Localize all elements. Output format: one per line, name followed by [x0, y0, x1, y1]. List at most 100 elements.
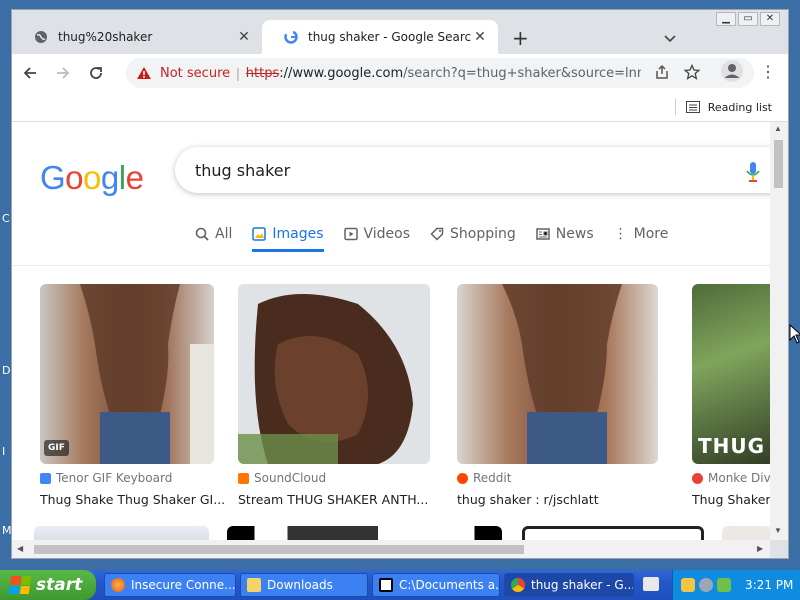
update-icon[interactable] [717, 578, 731, 592]
start-button[interactable]: start [0, 570, 96, 600]
scroll-right-arrow-icon[interactable]: ▶ [757, 544, 763, 553]
result-source[interactable]: Reddit [457, 471, 662, 485]
result-title[interactable]: Stream THUG SHAKER ANTH... [238, 492, 433, 507]
taskbar-item[interactable]: C:\Documents a... [372, 573, 500, 597]
result-thumbnail[interactable] [457, 284, 658, 464]
taskbar-item[interactable]: Insecure Conne... [104, 573, 236, 597]
logo-letter: o [65, 159, 84, 196]
scroll-down-arrow-icon[interactable]: ▼ [774, 526, 782, 535]
address-bar[interactable]: Not secure | https://www.google.com/sear… [126, 58, 754, 88]
logo-letter: g [100, 159, 119, 196]
url-text[interactable]: https://www.google.com/search?q=thug+sha… [246, 66, 641, 81]
profile-avatar-icon[interactable] [721, 60, 743, 82]
image-result[interactable]: Reddit thug shaker : r/jschlatt [457, 284, 662, 507]
result-source[interactable]: Monke Divis [692, 471, 770, 485]
share-icon[interactable] [654, 64, 670, 80]
close-tab-icon[interactable]: ✕ [472, 29, 488, 45]
google-logo[interactable]: Google [40, 159, 144, 197]
result-thumbnail[interactable] [238, 284, 430, 464]
task-label: Insecure Conne... [131, 578, 236, 592]
folder-icon [247, 578, 261, 592]
security-status[interactable]: Not secure [160, 66, 230, 81]
horizontal-scrollbar[interactable]: ◀ ▶ [12, 540, 770, 558]
shield-icon[interactable] [681, 578, 695, 592]
image-result[interactable]: SoundCloud Stream THUG SHAKER ANTH... [238, 284, 433, 507]
tab-google-search[interactable]: thug shaker - Google Search ✕ [262, 20, 498, 54]
image-result-partial[interactable] [227, 526, 502, 540]
person-image [502, 284, 622, 464]
reading-list-label: Reading list [707, 100, 772, 114]
more-icon: ⋮ [613, 226, 628, 242]
system-tray: 3:21 PM [672, 570, 800, 600]
tab-search-chevron-icon[interactable] [664, 30, 676, 48]
person-image [80, 284, 214, 464]
tab-label: More [633, 226, 669, 242]
keyboard-icon[interactable] [643, 577, 659, 591]
tab-news[interactable]: News [536, 220, 594, 252]
network-icon[interactable] [699, 578, 713, 592]
image-result[interactable]: THUG Monke Divis Thug Shaker | [692, 284, 770, 507]
image-result-partial[interactable] [722, 526, 770, 540]
tab-thug-shaker-page[interactable]: thug%20shaker ✕ [12, 20, 262, 54]
tab-strip: thug%20shaker ✕ thug shaker - Google Sea… [12, 20, 788, 54]
logo-letter: o [83, 159, 101, 196]
chrome-icon [511, 578, 525, 592]
result-title[interactable]: Thug Shake Thug Shaker GI... [40, 492, 225, 507]
tenor-icon [40, 472, 51, 484]
new-tab-button[interactable]: + [512, 26, 529, 50]
reading-list-button[interactable]: Reading list [674, 99, 772, 115]
search-input[interactable]: thug shaker [175, 147, 770, 193]
google-icon [284, 30, 298, 44]
reload-button[interactable] [81, 58, 111, 88]
warning-icon [137, 67, 151, 79]
result-source[interactable]: Tenor GIF Keyboard [40, 471, 215, 485]
forward-arrow-icon [57, 67, 70, 79]
browser-toolbar: Not secure | https://www.google.com/sear… [12, 54, 788, 92]
video-icon [343, 227, 358, 241]
microphone-icon[interactable] [745, 161, 761, 183]
desktop-icon-label: D [2, 364, 11, 377]
tab-title: thug shaker - Google Search [308, 30, 472, 44]
tab-shopping[interactable]: Shopping [430, 220, 516, 252]
scroll-up-arrow-icon[interactable]: ▲ [774, 124, 782, 133]
desktop-icon-label: C [2, 212, 10, 225]
tab-label: Shopping [450, 226, 516, 242]
vertical-scrollbar[interactable]: ▲ ▼ [770, 122, 788, 540]
scroll-left-arrow-icon[interactable]: ◀ [17, 544, 23, 553]
tag-icon [430, 227, 444, 241]
browser-menu-icon[interactable]: ⋮ [760, 62, 776, 82]
clock: 3:21 PM [745, 578, 794, 592]
tab-all[interactable]: All [195, 220, 232, 252]
taskbar-item[interactable]: Downloads [240, 573, 368, 597]
reload-icon [90, 67, 102, 79]
scroll-thumb[interactable] [34, 545, 524, 554]
image-result[interactable]: GIF Tenor GIF Keyboard Thug Shake Thug S… [40, 284, 225, 507]
monke-icon [692, 472, 703, 484]
forward-button[interactable] [48, 58, 78, 88]
star-bookmark-icon[interactable] [684, 64, 700, 80]
search-query: thug shaker [195, 160, 291, 180]
task-label: Downloads [267, 578, 333, 592]
tab-label: Videos [363, 226, 411, 242]
image-result-partial[interactable] [522, 526, 704, 540]
result-title[interactable]: Thug Shaker | [692, 492, 770, 507]
result-source[interactable]: SoundCloud [238, 471, 433, 485]
reading-list-icon [685, 101, 700, 113]
tab-images[interactable]: Images [252, 220, 324, 252]
tab-more[interactable]: ⋮ More [614, 220, 669, 252]
back-button[interactable] [15, 58, 45, 88]
scroll-thumb[interactable] [774, 140, 783, 188]
start-label: start [36, 575, 83, 595]
close-tab-icon[interactable]: ✕ [236, 29, 252, 45]
globe-icon [34, 30, 48, 44]
image-result-partial[interactable] [34, 526, 209, 540]
url-path: /search?q=thug+shaker&source=lnm... [403, 65, 641, 81]
result-thumbnail[interactable]: GIF [40, 284, 214, 464]
result-thumbnail[interactable]: THUG [692, 284, 770, 464]
taskbar-item-active[interactable]: thug shaker - G... [504, 573, 634, 597]
result-title[interactable]: thug shaker : r/jschlatt [457, 492, 662, 507]
source-label: Reddit [473, 471, 512, 485]
overlay-text: THUG [698, 434, 766, 458]
search-type-tabs: All Images Videos Shopping News ⋮ More [195, 220, 688, 252]
tab-videos[interactable]: Videos [343, 220, 411, 252]
